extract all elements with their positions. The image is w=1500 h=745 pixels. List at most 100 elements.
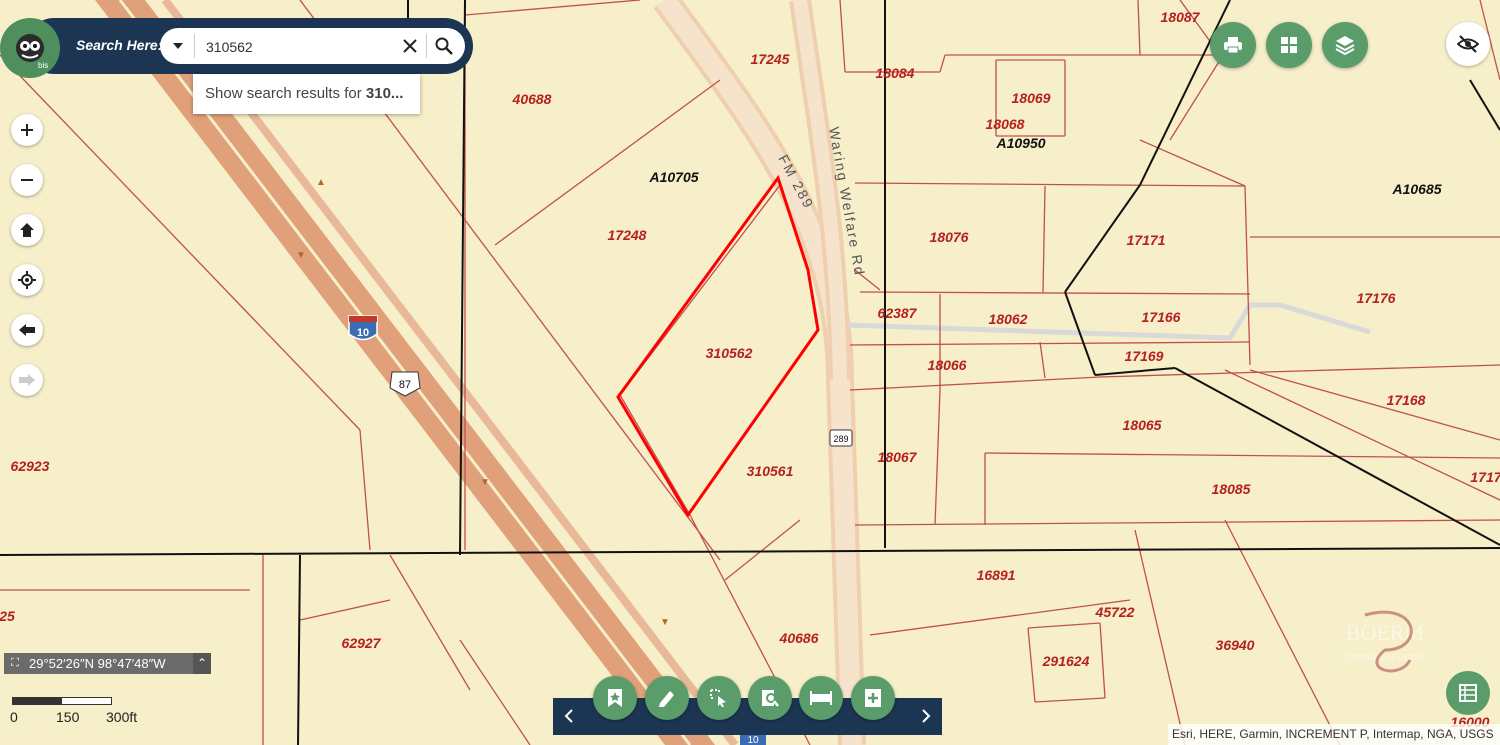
divider [194,34,195,58]
scale-label-0: 0 [10,709,18,725]
pencil-icon [659,691,674,707]
add-data-button[interactable] [851,676,895,720]
parcel-label-40688: 40688 [512,91,552,107]
attribute-table-button[interactable] [1446,671,1490,715]
add-document-icon [865,689,881,707]
parcel-label-A10705: A10705 [648,169,698,185]
parcel-label-16891: 16891 [977,567,1016,583]
svg-text:10: 10 [357,327,369,339]
svg-text:bis: bis [38,61,48,70]
parcel-label-17169: 17169 [1125,348,1164,364]
parcel-label-25: 25 [0,608,15,624]
eye-off-icon [1457,35,1479,53]
chevron-left-icon [564,709,573,723]
parcel-label-62927: 62927 [342,635,382,651]
svg-text:▼: ▼ [480,477,490,488]
chevron-right-icon [922,709,931,723]
basemap-button[interactable] [1266,22,1312,68]
bis-logo[interactable]: bis [0,18,60,78]
home-icon [20,223,34,237]
search-document-icon [762,690,779,707]
parcel-label-A10950: A10950 [995,135,1045,151]
search-source-dropdown[interactable] [166,34,190,58]
coordinate-text: 29°52′26″N 98°47′48″W [29,656,166,671]
plus-icon [21,124,33,136]
select-button[interactable] [697,676,741,720]
parcel-label-291624: 291624 [1042,653,1090,669]
toolbar-next-button[interactable] [916,706,936,726]
chevron-up-icon[interactable]: ⌃ [193,653,211,674]
svg-text:▼: ▼ [296,250,306,261]
scale-bar-graphic [12,697,112,705]
previous-extent-button[interactable] [11,314,43,346]
printer-icon [1224,37,1242,54]
toolbar-prev-button[interactable] [559,706,579,726]
parcel-label-40686: 40686 [779,630,819,646]
select-icon [710,689,726,707]
locate-icon [18,271,36,289]
search-icon [435,37,453,55]
search-bar: bis Search Here: [0,18,473,78]
parcel-label-17168: 17168 [1387,392,1426,408]
search-box [160,28,465,64]
next-extent-button[interactable] [11,364,43,396]
grid-icon [1281,37,1297,53]
close-icon [403,39,417,53]
parcel-label-18062: 18062 [989,311,1028,327]
parcel-label-17248: 17248 [608,227,647,243]
parcel-label-18067: 18067 [878,449,918,465]
parcel-label-18084: 18084 [876,65,915,81]
parcel-label-1717: 1717 [1470,469,1500,485]
interstate-shield: 10 [348,315,378,341]
zoom-out-button[interactable] [11,164,43,196]
layers-icon [1335,36,1355,55]
expand-icon[interactable]: ⛶ [4,653,26,674]
parcel-label-A10685: A10685 [1391,181,1441,197]
divider [426,34,427,58]
scale-bar: 0 150 300ft [10,695,140,730]
draw-button[interactable] [645,676,689,720]
toggle-visibility-button[interactable] [1446,22,1490,66]
layers-button[interactable] [1322,22,1368,68]
fm-shield: 289 [829,429,853,447]
suggestion-term: 310... [365,85,404,102]
parcel-label-18065: 18065 [1123,417,1162,433]
parcel-label-18085: 18085 [1212,481,1251,497]
zoom-in-button[interactable] [11,114,43,146]
svg-text:289: 289 [833,434,848,444]
arrow-right-icon [19,374,35,386]
parcel-label-17176: 17176 [1357,290,1396,306]
parcel-label-18069: 18069 [1012,90,1051,106]
ruler-icon [810,691,832,705]
search-input[interactable] [204,34,388,60]
parcel-label-45722: 45722 [1095,604,1135,620]
bookmark-button[interactable] [593,676,637,720]
scale-label-300: 300ft [106,709,138,725]
parcel-label-18087: 18087 [1161,9,1201,25]
table-icon [1459,684,1477,702]
home-button[interactable] [11,214,43,246]
search-suggestion[interactable]: Show search results for 310... [193,74,420,114]
locate-button[interactable] [11,264,43,296]
coordinate-display: ⛶ 29°52′26″N 98°47′48″W ⌃ [4,653,211,674]
suggestion-prefix: Show search results for [205,85,366,102]
bookmark-icon [608,689,622,707]
svg-text:▲: ▲ [316,177,326,188]
parcel-label-18076: 18076 [930,229,969,245]
measure-button[interactable] [799,676,843,720]
identify-button[interactable] [748,676,792,720]
print-button[interactable] [1210,22,1256,68]
parcel-label-18068: 18068 [986,116,1025,132]
search-button[interactable] [430,32,458,60]
search-label: Search Here: [76,37,163,53]
svg-text:87: 87 [399,379,411,391]
parcel-label-310561: 310561 [747,463,794,479]
arrow-left-icon [19,324,35,336]
svg-text:COMMERCIAL GROUP: COMMERCIAL GROUP [1342,653,1428,662]
map-attribution: Esri, HERE, Garmin, INCREMENT P, Interma… [1168,724,1500,745]
parcel-label-310562: 310562 [706,345,753,361]
caret-down-icon [173,43,183,49]
clear-search-button[interactable] [396,32,424,60]
svg-text:10: 10 [747,735,759,745]
parcel-label-17245: 17245 [751,51,790,67]
